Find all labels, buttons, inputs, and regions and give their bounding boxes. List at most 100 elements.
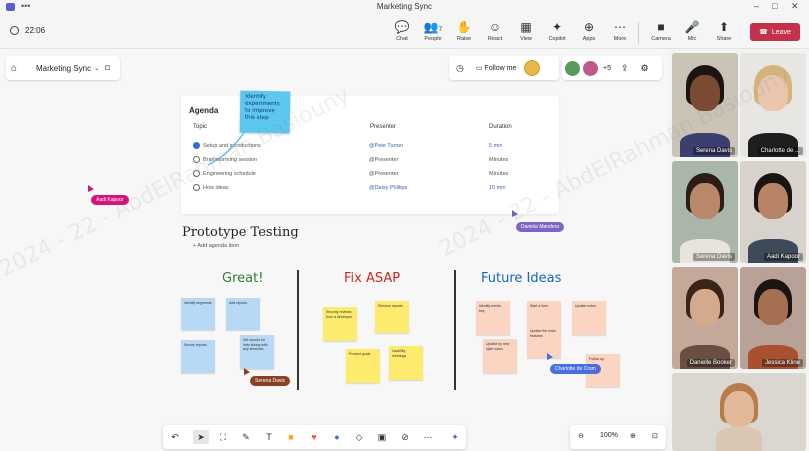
column-divider — [297, 270, 299, 390]
comment-tool-icon[interactable]: ● — [329, 430, 345, 444]
link-tool-icon[interactable]: ⊘ — [397, 430, 413, 444]
more-button[interactable]: ⋯ More — [605, 20, 635, 42]
column-title-fix[interactable]: Fix ASAP — [344, 271, 400, 286]
more-icon: ⋯ — [614, 20, 626, 34]
checkbox-icon[interactable] — [193, 184, 200, 191]
board-name-dropdown[interactable]: Marketing Sync — [36, 64, 91, 73]
agenda-duration[interactable]: 10 min — [489, 185, 506, 191]
frame-tool-icon[interactable]: ⛶ — [215, 430, 231, 444]
copilot-button[interactable]: ✦ Copilot — [542, 20, 572, 42]
camera-button[interactable]: ■ Camera — [646, 20, 676, 42]
agenda-row[interactable]: Engineering schedule @Presenter Minutes — [193, 168, 553, 182]
sticky-note[interactable]: Update the main features — [527, 326, 561, 358]
video-tile[interactable]: Charlotte de ... — [740, 53, 806, 157]
participant-name: Aadi Kapoor — [763, 253, 803, 261]
raise-button[interactable]: ✋ Raise — [449, 20, 479, 42]
people-icon: 👥7 — [423, 20, 443, 34]
avatar[interactable] — [565, 60, 580, 76]
apps-icon: ⊕ — [583, 20, 595, 34]
checkbox-icon[interactable] — [193, 142, 200, 149]
undo-icon[interactable]: ↶ — [167, 430, 183, 444]
agenda-duration[interactable]: Minutes — [489, 171, 508, 177]
share-board-icon[interactable]: ⇪ — [621, 63, 629, 74]
sticky-note[interactable]: Update notes — [572, 301, 606, 335]
sticky-note[interactable]: Set reports for help during with any tim… — [240, 335, 274, 369]
whiteboard-tools: ↶ ➤ ⛶ ✎ T ■ ♥ ● ◇ ▣ ⊘ ⋯ ✦ — [163, 425, 466, 449]
shapes-tool-icon[interactable]: ◇ — [351, 430, 367, 444]
select-tool-icon[interactable]: ➤ — [193, 430, 209, 444]
chat-icon: 💬 — [394, 20, 410, 34]
home-icon[interactable]: ⌂ — [11, 63, 25, 74]
pen-tool-icon[interactable]: ✎ — [238, 430, 254, 444]
sticky-note[interactable]: Add reports — [226, 298, 260, 330]
follow-me-button[interactable]: ▭ Follow me — [476, 64, 516, 72]
whiteboard-canvas[interactable]: ⌂ Marketing Sync ⌄ ⌑ ◷ ▭ Follow me +5 ⇪ … — [0, 49, 668, 451]
sticky-note[interactable]: Identify needs key — [476, 301, 510, 335]
sticky-note[interactable]: Update by new style notes — [483, 339, 517, 373]
zoom-out-icon[interactable]: ⊖ — [578, 432, 584, 440]
button-label: More — [613, 36, 627, 42]
zoom-level: 100% — [600, 432, 618, 439]
mic-button[interactable]: 🎤 Mic — [677, 20, 707, 42]
agenda-presenter[interactable]: @Presenter — [369, 157, 398, 163]
checkbox-icon[interactable] — [193, 170, 200, 177]
agenda-presenter[interactable]: @Presenter — [369, 171, 398, 177]
sticky-note[interactable]: Identify experiments to improve this ste… — [239, 90, 291, 134]
cursor-label-charlotte: Charlotte de Crum — [550, 364, 601, 374]
video-tile[interactable]: Danielle Booker — [672, 267, 738, 369]
column-header-presenter: Presenter — [370, 124, 397, 130]
reaction-tool-icon[interactable]: ♥ — [306, 430, 322, 444]
column-title-great[interactable]: Great! — [222, 271, 263, 286]
more-tools-icon[interactable]: ⋯ — [420, 430, 436, 444]
participant-extra-count[interactable]: +5 — [603, 65, 611, 72]
video-tile[interactable]: Aadi Kapoor — [740, 161, 806, 263]
raise-hand-icon: ✋ — [456, 20, 472, 34]
agenda-presenter[interactable]: @Daisy Phillips — [369, 185, 407, 191]
cursor-label-daniela: Daniela Mandera — [516, 222, 565, 232]
chevron-down-icon[interactable]: ⌄ — [94, 65, 99, 72]
react-button[interactable]: ☺ React — [480, 20, 510, 42]
meeting-time: 22:06 — [25, 26, 46, 35]
agenda-presenter[interactable]: @Pete Turner — [369, 143, 403, 149]
image-tool-icon[interactable]: ▣ — [374, 430, 390, 444]
sticky-note[interactable]: Product goals — [346, 349, 380, 383]
share-button[interactable]: ⬆ Share — [709, 20, 739, 42]
fit-to-screen-icon[interactable]: ⊡ — [652, 432, 658, 440]
people-button[interactable]: 👥7 People — [418, 20, 448, 42]
board-nav: ⌂ Marketing Sync ⌄ ⌑ — [6, 56, 120, 80]
timer-icon[interactable]: ◷ — [456, 63, 464, 74]
agenda-duration[interactable]: Minutes — [489, 157, 508, 163]
checkbox-icon[interactable] — [193, 156, 200, 163]
zoom-in-icon[interactable]: ⊕ — [630, 432, 636, 440]
close-icon[interactable]: ✕ — [791, 1, 799, 12]
video-tile[interactable]: Serena Davis — [672, 53, 738, 157]
sticky-note[interactable]: Security reviews from a developer — [323, 307, 357, 341]
sticky-note[interactable]: Survey reports — [181, 340, 215, 373]
maximize-icon[interactable]: □ — [772, 1, 777, 11]
view-button[interactable]: ▦ View — [511, 20, 541, 42]
chat-button[interactable]: 💬 Chat — [387, 20, 417, 42]
agenda-duration[interactable]: 5 min — [489, 143, 502, 149]
sticky-note-tool-icon[interactable]: ■ — [283, 430, 299, 444]
text-tool-icon[interactable]: T — [261, 430, 277, 444]
video-tile[interactable]: Jessica Kline — [740, 267, 806, 369]
copilot-tool-icon[interactable]: ✦ — [447, 430, 463, 444]
add-agenda-item-button[interactable]: + Add agenda item — [193, 243, 239, 249]
agenda-row[interactable]: How ideas @Daisy Phillips 10 min — [193, 182, 553, 196]
section-title[interactable]: Prototype Testing — [182, 225, 299, 240]
sticky-note[interactable]: Start a form — [527, 301, 561, 325]
avatar[interactable] — [524, 60, 541, 76]
video-tile-self[interactable] — [672, 373, 806, 451]
sticky-note[interactable]: Identify segments — [181, 298, 215, 330]
sticky-note[interactable]: Usability meetings — [389, 346, 423, 380]
sticky-note[interactable]: Remove reports — [375, 301, 409, 333]
leave-button[interactable]: ☎ Leave — [750, 23, 800, 41]
minimize-icon[interactable]: – — [754, 1, 759, 11]
settings-icon[interactable]: ⚙ — [641, 63, 649, 74]
avatar[interactable] — [583, 60, 598, 76]
add-agenda-item[interactable] — [193, 240, 553, 254]
video-tile[interactable]: Serena Davis — [672, 161, 738, 263]
apps-button[interactable]: ⊕ Apps — [574, 20, 604, 42]
column-title-future[interactable]: Future Ideas — [481, 271, 561, 286]
tag-icon[interactable]: ⌑ — [105, 63, 110, 74]
